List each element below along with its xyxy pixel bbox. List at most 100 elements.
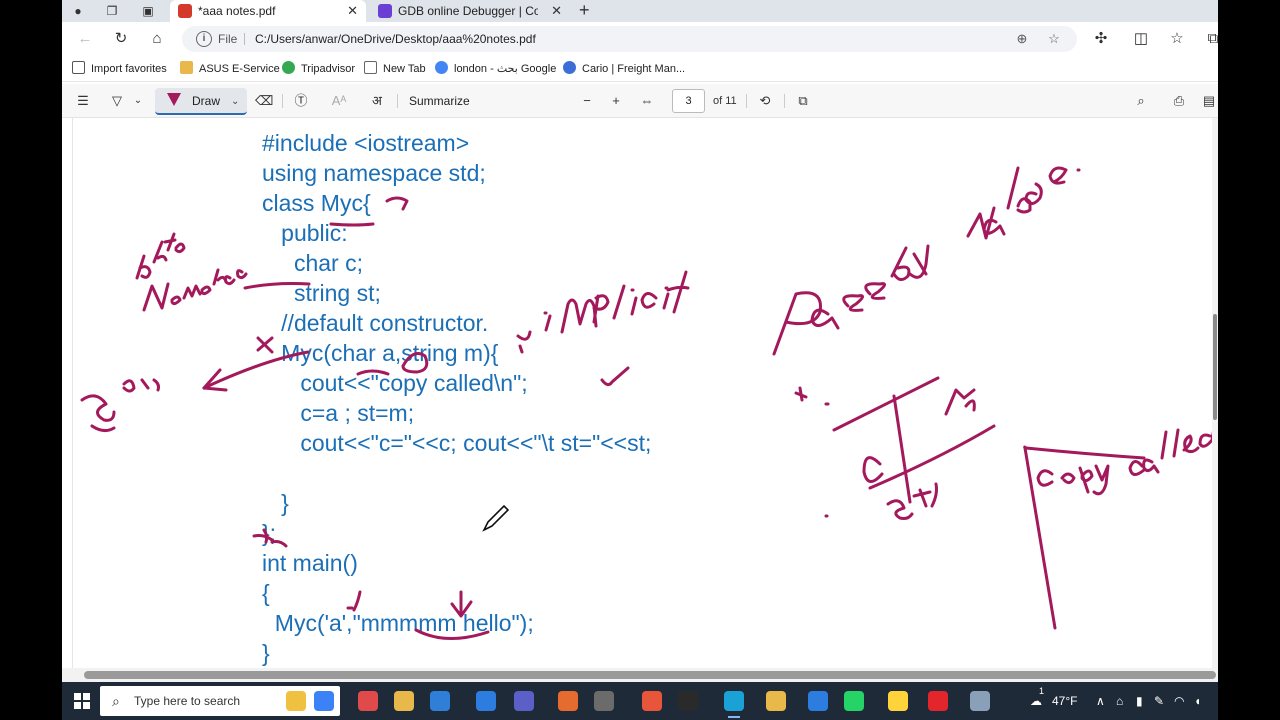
favorites-bar: Import favorites ASUS E-Service Tripadvi… xyxy=(62,56,1218,82)
whatsapp-icon[interactable] xyxy=(844,691,864,711)
gift-icon[interactable] xyxy=(358,691,378,711)
favorite-new-tab[interactable]: New Tab xyxy=(364,56,426,82)
page-number-input[interactable]: 3 xyxy=(672,89,705,113)
pen-icon xyxy=(167,93,181,106)
zoom-out-icon[interactable]: − xyxy=(579,92,595,110)
camera-app-icon[interactable] xyxy=(642,691,662,711)
pdf-icon xyxy=(178,4,192,18)
python-icon[interactable] xyxy=(888,691,908,711)
tab-gdb-online[interactable]: GDB online Debugger | Compiler ✕ xyxy=(370,0,570,22)
page-icon xyxy=(364,61,377,74)
wifi-icon[interactable]: ◠ xyxy=(1174,682,1184,720)
ink-param-marks xyxy=(356,330,532,376)
tab-actions-icon[interactable]: ▣ xyxy=(140,3,156,19)
favorite-star-icon[interactable]: ☆ xyxy=(1046,31,1062,47)
close-tab-icon[interactable]: ✕ xyxy=(551,0,562,22)
collections-icon[interactable]: ⧉ xyxy=(1204,30,1218,48)
opera-icon[interactable] xyxy=(928,691,948,711)
pen-icon[interactable]: ✎ xyxy=(1154,682,1164,720)
network-icon[interactable]: ⌂ xyxy=(1116,682,1123,720)
app-icon[interactable] xyxy=(970,691,990,711)
favorite-label: Cario | Freight Man... xyxy=(582,63,686,75)
mail-icon[interactable] xyxy=(476,691,496,711)
info-icon[interactable]: i xyxy=(196,31,212,47)
ink-data-members-note xyxy=(135,232,311,312)
favorites-icon[interactable]: ☆ xyxy=(1168,30,1186,48)
horizontal-scrollbar[interactable] xyxy=(62,668,1218,682)
new-tab-button[interactable]: + xyxy=(579,0,590,22)
recorder-icon[interactable] xyxy=(678,691,698,711)
battery-icon[interactable]: ▮ xyxy=(1136,682,1143,720)
chevron-up-icon[interactable]: ∧ xyxy=(1096,682,1105,720)
screen: ● ❐ ▣ *aaa notes.pdf ✕ GDB online Debugg… xyxy=(0,0,1280,720)
pdf-toolbar: ☰ ▽ ⌄ Draw ⌄ ⌫ Ⓣ Aᴬ अ Summarize − + ⇔ 3 … xyxy=(62,84,1218,118)
add-text-icon[interactable]: Ⓣ xyxy=(292,92,310,110)
tab-bar: ● ❐ ▣ *aaa notes.pdf ✕ GDB online Debugg… xyxy=(62,0,1218,22)
ink-struct-end-mark xyxy=(252,528,288,548)
google-icon xyxy=(435,61,448,74)
favorite-import[interactable]: Import favorites xyxy=(72,56,167,82)
search-icon[interactable]: ⌕ xyxy=(1132,92,1150,110)
windows-start-icon[interactable] xyxy=(74,693,90,709)
tab-title: GDB online Debugger | Compiler xyxy=(398,4,538,18)
home-icon[interactable]: ⌂ xyxy=(148,30,166,48)
browser-window: ● ❐ ▣ *aaa notes.pdf ✕ GDB online Debugg… xyxy=(62,0,1218,720)
draw-button[interactable]: Draw ⌄ xyxy=(155,88,247,115)
profile-icon[interactable]: ● xyxy=(70,3,86,19)
favorite-label: ASUS E-Service xyxy=(199,63,280,75)
ink-myc-underline xyxy=(329,196,409,227)
ink-main-marks xyxy=(346,590,490,641)
file-explorer-icon[interactable] xyxy=(394,691,414,711)
scroll-thumb[interactable] xyxy=(84,671,1216,679)
chevron-down-icon[interactable]: ⌄ xyxy=(132,92,144,110)
refresh-icon[interactable]: ↻ xyxy=(112,30,130,48)
firefox-icon[interactable] xyxy=(558,691,578,711)
summarize-button[interactable]: Summarize xyxy=(409,84,470,118)
print-icon[interactable]: ⎙ xyxy=(1170,92,1188,110)
page-view-icon[interactable]: ⧉ xyxy=(794,92,812,110)
app-icon[interactable] xyxy=(594,691,614,711)
url-text[interactable]: C:/Users/anwar/OneDrive/Desktop/aaa%20no… xyxy=(255,26,536,52)
fit-page-icon[interactable]: ⇔ xyxy=(638,92,656,110)
zoom-in-icon[interactable]: + xyxy=(608,92,624,110)
split-screen-icon[interactable]: ◫ xyxy=(1132,30,1150,48)
notepad-icon[interactable] xyxy=(286,691,306,711)
save-icon[interactable]: ▤ xyxy=(1200,92,1218,110)
address-bar-row: ← ↻ ⌂ i File C:/Users/anwar/OneDrive/Des… xyxy=(62,22,1218,56)
paint-bottle-icon[interactable] xyxy=(314,691,334,711)
read-aloud-icon[interactable]: अ xyxy=(366,92,388,110)
extensions-icon[interactable]: ✣ xyxy=(1092,30,1110,48)
favorite-tripadvisor[interactable]: Tripadvisor xyxy=(282,56,355,82)
rotate-icon[interactable]: ⟲ xyxy=(756,92,774,110)
address-field[interactable]: i File C:/Users/anwar/OneDrive/Desktop/a… xyxy=(182,26,1077,52)
divider xyxy=(746,94,747,108)
volume-icon[interactable]: ◖ xyxy=(1194,682,1201,720)
ink-copy-called-note xyxy=(1023,414,1218,630)
contents-icon[interactable]: ☰ xyxy=(74,92,92,110)
store-icon[interactable] xyxy=(430,691,450,711)
chrome-icon[interactable] xyxy=(766,691,786,711)
workspaces-icon[interactable]: ❐ xyxy=(104,3,120,19)
teams-icon[interactable] xyxy=(514,691,534,711)
favorite-google-london[interactable]: london - بحث Google xyxy=(435,56,556,82)
edge-icon[interactable] xyxy=(724,691,744,718)
search-icon: ⌕ xyxy=(112,693,120,709)
close-tab-icon[interactable]: ✕ xyxy=(347,0,358,22)
chevron-down-icon[interactable]: ⌄ xyxy=(231,88,239,115)
scroll-thumb[interactable] xyxy=(1213,314,1217,420)
favorite-label: New Tab xyxy=(383,63,426,75)
zoom-icon[interactable]: ⊕ xyxy=(1014,31,1030,47)
favorite-asus[interactable]: ASUS E-Service xyxy=(180,56,280,82)
back-icon[interactable]: ← xyxy=(76,30,94,48)
pdf-page[interactable]: #include <iostream> using namespace std;… xyxy=(62,118,1218,668)
app-icon[interactable] xyxy=(808,691,828,711)
favorite-cario[interactable]: Cario | Freight Man... xyxy=(563,56,685,82)
page-total: of 11 xyxy=(713,95,737,107)
tab-aaa-notes[interactable]: *aaa notes.pdf ✕ xyxy=(170,0,366,22)
eraser-icon[interactable]: ⌫ xyxy=(255,92,273,110)
vertical-scrollbar[interactable] xyxy=(1212,118,1218,668)
text-format-icon[interactable]: Aᴬ xyxy=(330,92,348,110)
highlight-icon[interactable]: ▽ xyxy=(108,92,126,110)
import-icon xyxy=(72,61,85,74)
weather-temperature[interactable]: 47°F xyxy=(1052,682,1077,720)
